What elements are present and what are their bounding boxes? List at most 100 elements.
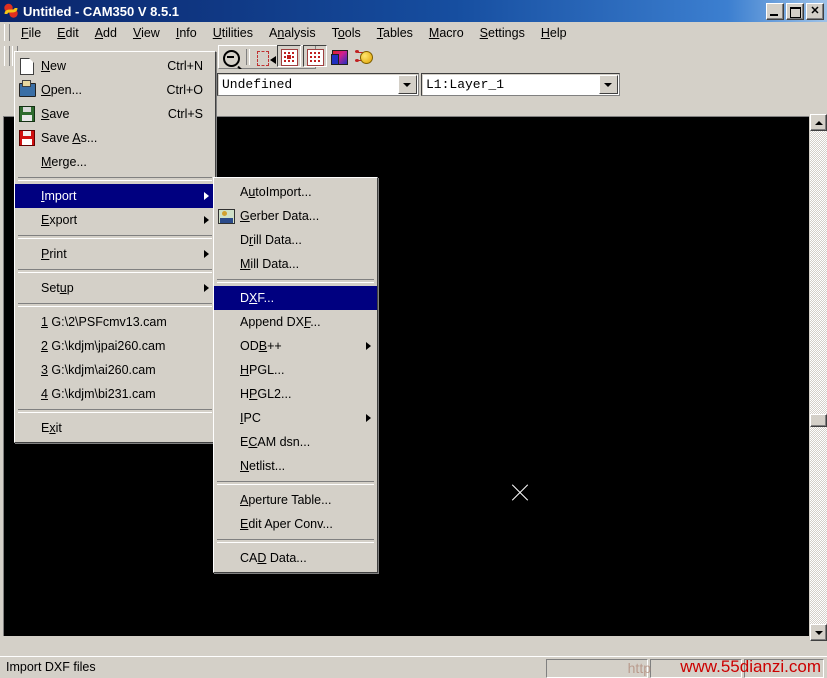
active-layer-combo[interactable]: L1:Layer_1	[421, 73, 620, 96]
menubar-item-tables[interactable]: Tables	[369, 24, 421, 42]
menu-item-gerber-data[interactable]: Gerber Data...	[214, 204, 377, 228]
menu-item-label: Netlist...	[240, 459, 286, 473]
netlist-icon[interactable]	[353, 46, 375, 66]
submenu-arrow-icon	[204, 250, 209, 258]
menubar-item-info[interactable]: Info	[168, 24, 205, 42]
menu-item-ipc[interactable]: IPC	[214, 406, 377, 430]
menu-item-drill-data[interactable]: Drill Data...	[214, 228, 377, 252]
menubar-item-settings[interactable]: Settings	[472, 24, 533, 42]
close-button[interactable]: ✕	[806, 3, 824, 20]
menu-icon-slot	[15, 150, 41, 174]
menubar-item-analysis[interactable]: Analysis	[261, 24, 324, 42]
menu-item-shortcut: Ctrl+S	[167, 107, 203, 121]
menubar-item-macro[interactable]: Macro	[421, 24, 472, 42]
menu-icon-slot	[214, 546, 240, 570]
menu-icon-slot	[214, 512, 240, 536]
menu-icon-slot	[15, 310, 41, 334]
open-folder-icon	[15, 78, 41, 102]
menu-item-netlist[interactable]: Netlist...	[214, 454, 377, 478]
menu-item-label: ODB++	[240, 339, 282, 353]
menu-separator	[18, 269, 212, 273]
menubar-item-help[interactable]: Help	[533, 24, 575, 42]
menu-item-label: IPC	[240, 411, 261, 425]
menubar-item-add[interactable]: Add	[87, 24, 125, 42]
vscroll-track[interactable]	[810, 131, 827, 624]
menu-item-label: HPGL...	[240, 363, 285, 377]
submenu-arrow-icon	[366, 342, 371, 350]
file-menu-popup[interactable]: New Ctrl+N Open... Ctrl+O Save Ctrl+S Save As.…	[14, 51, 216, 443]
menubar-item-utilities[interactable]: Utilities	[205, 24, 261, 42]
menu-icon-slot	[15, 382, 41, 406]
menu-item-edit-aper-conv[interactable]: Edit Aper Conv...	[214, 512, 377, 536]
maximize-button[interactable]	[786, 3, 804, 20]
menu-item-label: 2 G:\kdjm\jpai260.cam	[41, 339, 166, 353]
menu-item-odb[interactable]: ODB++	[214, 334, 377, 358]
save-as-icon	[15, 126, 41, 150]
menu-item-save-as[interactable]: Save As...	[15, 126, 215, 150]
menu-bar: File Edit Add View Info Utilities Analysis Tool…	[0, 22, 827, 44]
menu-item-exit[interactable]: Exit	[15, 416, 215, 440]
menu-icon-slot	[214, 286, 240, 310]
site-watermark: www.55dianzi.com	[680, 657, 821, 676]
menu-item-mill-data[interactable]: Mill Data...	[214, 252, 377, 276]
menu-item-open[interactable]: Open... Ctrl+O	[15, 78, 215, 102]
menu-item-2-g-kdjm-jpai260-cam[interactable]: 2 G:\kdjm\jpai260.cam	[15, 334, 215, 358]
menubar-item-file[interactable]: File	[13, 23, 50, 42]
menubar-grip[interactable]	[4, 24, 10, 41]
menu-item-export[interactable]: Export	[15, 208, 215, 232]
menu-item-setup[interactable]: Setup	[15, 276, 215, 300]
menu-item-hpgl2[interactable]: HPGL2...	[214, 382, 377, 406]
scroll-up-button[interactable]	[810, 114, 827, 131]
menu-item-new[interactable]: New Ctrl+N	[15, 54, 215, 78]
menu-separator	[18, 409, 212, 413]
menu-item-print[interactable]: Print	[15, 242, 215, 266]
chevron-down-icon[interactable]	[398, 75, 417, 94]
menubar-item-tools[interactable]: Tools	[324, 24, 369, 42]
menubar-item-edit[interactable]: Edit	[49, 24, 87, 42]
menubar-item-view[interactable]: View	[125, 24, 168, 42]
menu-item-label: Save As...	[41, 131, 98, 145]
vscroll-thumb[interactable]	[810, 414, 827, 427]
menu-item-1-g-2-psfcmv13-cam[interactable]: 1 G:\2\PSFcmv13.cam	[15, 310, 215, 334]
menu-item-label: Edit Aper Conv...	[240, 517, 333, 531]
menu-icon-slot	[214, 382, 240, 406]
menu-item-save[interactable]: Save Ctrl+S	[15, 102, 215, 126]
menu-item-label: Aperture Table...	[240, 493, 332, 507]
select-rect-icon[interactable]	[254, 47, 276, 67]
grid-display-icon[interactable]	[303, 45, 327, 67]
import-submenu-popup[interactable]: AutoImport... Gerber Data... Drill Data...…	[213, 177, 378, 573]
minimize-button[interactable]	[766, 3, 784, 20]
menu-item-dxf[interactable]: DXF...	[214, 286, 377, 310]
menu-item-append-dxf[interactable]: Append DXF...	[214, 310, 377, 334]
chevron-down-icon[interactable]	[599, 75, 618, 94]
menu-item-import[interactable]: Import	[15, 184, 215, 208]
menu-item-4-g-kdjm-bi231-cam[interactable]: 4 G:\kdjm\bi231.cam	[15, 382, 215, 406]
menu-item-label: Drill Data...	[240, 233, 302, 247]
layer-colors-icon[interactable]	[329, 46, 351, 66]
toolbar-separator	[246, 49, 250, 65]
layer-type-combo[interactable]: Undefined	[217, 73, 419, 96]
menu-icon-slot	[15, 208, 41, 232]
grid-snap-icon[interactable]	[277, 45, 301, 67]
menu-item-merge[interactable]: Merge...	[15, 150, 215, 174]
menu-item-shortcut: Ctrl+N	[167, 59, 203, 73]
menu-icon-slot	[15, 242, 41, 266]
menu-item-label: 3 G:\kdjm\ai260.cam	[41, 363, 156, 377]
gerber-data-icon	[214, 204, 240, 228]
menu-icon-slot	[214, 454, 240, 478]
menu-item-autoimport[interactable]: AutoImport...	[214, 180, 377, 204]
menu-item-3-g-kdjm-ai260-cam[interactable]: 3 G:\kdjm\ai260.cam	[15, 358, 215, 382]
toolbar-grip-1[interactable]	[4, 46, 10, 66]
menu-item-label: Save	[41, 107, 70, 121]
zoom-out-icon[interactable]	[220, 47, 242, 67]
menu-item-ecam-dsn[interactable]: ECAM dsn...	[214, 430, 377, 454]
menu-icon-slot	[15, 358, 41, 382]
menu-icon-slot	[214, 334, 240, 358]
scroll-down-button[interactable]	[810, 624, 827, 641]
vertical-scrollbar[interactable]	[810, 114, 827, 641]
menu-item-hpgl[interactable]: HPGL...	[214, 358, 377, 382]
menu-item-aperture-table[interactable]: Aperture Table...	[214, 488, 377, 512]
menu-item-cad-data[interactable]: CAD Data...	[214, 546, 377, 570]
menu-separator	[217, 481, 374, 485]
menu-icon-slot	[15, 416, 41, 440]
